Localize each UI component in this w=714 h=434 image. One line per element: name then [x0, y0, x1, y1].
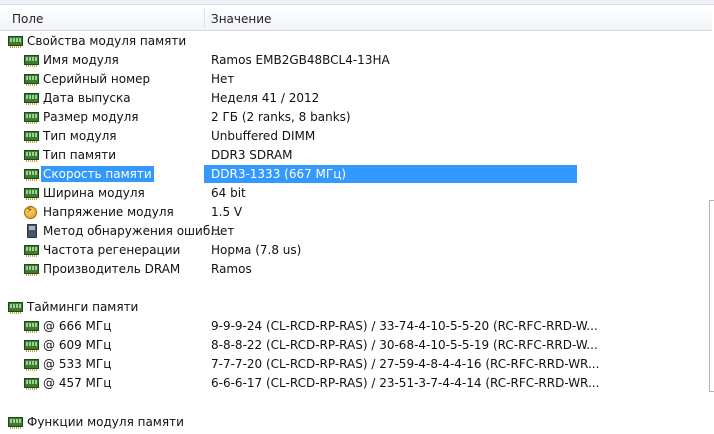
memory-module-icon	[24, 150, 39, 162]
column-header: Поле Значение	[0, 6, 712, 31]
column-separator[interactable]	[204, 9, 205, 28]
item-value: 7-7-7-20 (CL-RCD-RP-RAS) / 27-59-4-8-4-4…	[211, 357, 600, 371]
item-value: Нет	[211, 72, 235, 86]
item-value: 2 ГБ (2 ranks, 8 banks)	[211, 110, 351, 124]
item-value: 9-9-9-24 (CL-RCD-RP-RAS) / 33-74-4-10-5-…	[211, 319, 598, 333]
item-label: Напряжение модуля	[43, 205, 174, 219]
memory-module-icon	[24, 188, 39, 200]
item-label: Частота регенерации	[43, 243, 181, 257]
group-memory-timings[interactable]: Тайминги памяти	[0, 298, 712, 317]
item-label: Метод обнаружения ошиб...	[43, 224, 222, 238]
list-item-selected[interactable]: Скорость памяти DDR3-1333 (667 МГц)	[0, 165, 712, 184]
list-item[interactable]: Частота регенерации Норма (7.8 us)	[0, 241, 712, 260]
list-item[interactable]: @ 457 МГц 6-6-6-17 (CL-RCD-RP-RAS) / 23-…	[0, 374, 712, 393]
column-value-header[interactable]: Значение	[211, 6, 271, 30]
item-label: Имя модуля	[43, 53, 119, 67]
item-label: Тип памяти	[43, 148, 117, 162]
list-item[interactable]: Напряжение модуля 1.5 V	[0, 203, 712, 222]
item-label: @ 457 МГц	[43, 376, 112, 390]
list-item[interactable]: @ 666 МГц 9-9-9-24 (CL-RCD-RP-RAS) / 33-…	[0, 317, 712, 336]
item-value: Нет	[211, 224, 235, 238]
list-item[interactable]: Серийный номер Нет	[0, 70, 712, 89]
detection-method-icon	[27, 224, 37, 238]
list-item[interactable]: Метод обнаружения ошиб... Нет	[0, 222, 712, 241]
memory-module-icon	[24, 93, 39, 105]
list-item[interactable]: Тип памяти DDR3 SDRAM	[0, 146, 712, 165]
memory-module-icon	[24, 112, 39, 124]
item-label: Серийный номер	[43, 72, 151, 86]
item-value: 64 bit	[211, 186, 246, 200]
group-memory-module-properties[interactable]: Свойства модуля памяти	[0, 32, 712, 51]
item-label-text: Скорость памяти	[41, 166, 154, 182]
column-field-header[interactable]: Поле	[12, 6, 43, 30]
item-label: Производитель DRAM	[43, 262, 181, 276]
item-value: Ramos EMB2GB48BCL4-13HA	[211, 53, 390, 67]
window-top-border	[0, 0, 714, 5]
list-item[interactable]: Дата выпуска Неделя 41 / 2012	[0, 89, 712, 108]
item-value: Неделя 41 / 2012	[211, 91, 320, 105]
item-label: @ 609 МГц	[43, 338, 112, 352]
list-item[interactable]: @ 533 МГц 7-7-7-20 (CL-RCD-RP-RAS) / 27-…	[0, 355, 712, 374]
item-value: DDR3 SDRAM	[211, 148, 293, 162]
memory-module-icon	[24, 340, 39, 352]
memory-module-icon	[24, 264, 39, 276]
memory-module-icon	[8, 36, 23, 48]
memory-module-icon	[24, 378, 39, 390]
group-title: Свойства модуля памяти	[27, 34, 187, 48]
voltage-icon	[24, 205, 37, 219]
item-label: Тип модуля	[43, 129, 117, 143]
item-label: Скорость памяти	[41, 165, 154, 184]
item-label: Ширина модуля	[43, 186, 145, 200]
memory-module-icon	[24, 245, 39, 257]
group-memory-module-functions[interactable]: Функции модуля памяти	[0, 415, 714, 434]
spacer-row	[0, 279, 712, 298]
item-value: DDR3-1333 (667 МГц)	[211, 167, 347, 181]
list-item[interactable]: Производитель DRAM Ramos	[0, 260, 712, 279]
item-label: Размер модуля	[43, 110, 139, 124]
item-value: 1.5 V	[211, 205, 243, 219]
item-label: Дата выпуска	[43, 91, 131, 105]
memory-module-icon	[24, 55, 39, 67]
memory-module-icon	[8, 417, 23, 429]
item-label: @ 533 МГц	[43, 357, 112, 371]
item-label: @ 666 МГц	[43, 319, 112, 333]
list-item[interactable]: Тип модуля Unbuffered DIMM	[0, 127, 712, 146]
list-item[interactable]: Ширина модуля 64 bit	[0, 184, 712, 203]
memory-module-icon	[8, 302, 23, 314]
group-title: Тайминги памяти	[27, 300, 139, 314]
list-item[interactable]: Имя модуля Ramos EMB2GB48BCL4-13HA	[0, 51, 712, 70]
item-value: 6-6-6-17 (CL-RCD-RP-RAS) / 23-51-3-7-4-4…	[211, 376, 600, 390]
item-value: 8-8-8-22 (CL-RCD-RP-RAS) / 30-68-4-10-5-…	[211, 338, 598, 352]
list-item[interactable]: @ 609 МГц 8-8-8-22 (CL-RCD-RP-RAS) / 30-…	[0, 336, 712, 355]
memory-module-icon	[24, 169, 39, 181]
memory-module-icon	[24, 359, 39, 371]
property-list: Свойства модуля памяти Имя модуля Ramos …	[0, 32, 712, 393]
memory-module-icon	[24, 321, 39, 333]
memory-module-icon	[24, 74, 39, 86]
item-value: Норма (7.8 us)	[211, 243, 302, 257]
group-title: Функции модуля памяти	[27, 415, 184, 429]
vertical-scrollbar[interactable]	[709, 200, 714, 392]
item-value: Unbuffered DIMM	[211, 129, 316, 143]
memory-module-icon	[24, 131, 39, 143]
list-item[interactable]: Размер модуля 2 ГБ (2 ranks, 8 banks)	[0, 108, 712, 127]
item-value: Ramos	[211, 262, 252, 276]
